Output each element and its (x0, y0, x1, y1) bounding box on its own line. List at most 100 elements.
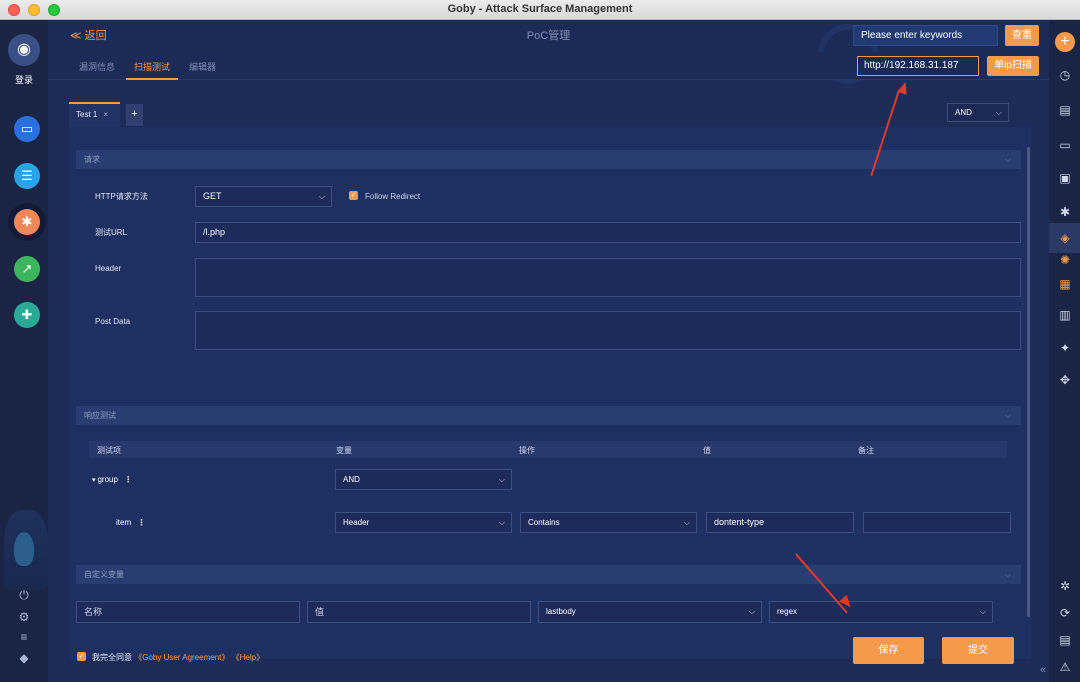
custom-vars-section-title: 自定义变量 (84, 570, 124, 579)
kebab-menu-icon[interactable]: ⋮ (124, 475, 132, 484)
test-tab-label: Test 1 (76, 110, 98, 119)
col-variable: 变量 (336, 446, 352, 455)
scan-icon[interactable]: ▭ (14, 116, 40, 142)
monitor-icon[interactable]: ▭ (1057, 137, 1073, 153)
chevron-down-icon: ⌵ (748, 607, 755, 616)
item-note-input[interactable] (863, 512, 1011, 533)
add-test-button[interactable]: + (126, 104, 143, 126)
post-data-textarea[interactable] (195, 311, 1021, 350)
clock-history-icon[interactable]: ◷ (1057, 67, 1073, 83)
item-label: item (116, 518, 132, 527)
goby-logo-icon[interactable]: ◉ (8, 34, 40, 66)
user-agreement-link[interactable]: 《Goby User Agreement》 (134, 653, 229, 662)
calculator-icon[interactable]: ▤ (1057, 102, 1073, 118)
vuln-bug-icon[interactable]: ✺ (1057, 252, 1073, 268)
tab-scan-test[interactable]: 扫描测试 (134, 60, 170, 73)
menu-list-icon[interactable]: ≡ (17, 630, 31, 644)
submit-button[interactable]: 提交 (942, 637, 1014, 664)
notes-icon[interactable]: ▤ (1057, 632, 1073, 648)
mascot-image (4, 510, 48, 590)
left-sidebar: ◉ 登录 ▭ ☰ ✱ ↗ ✚ ⏻ ⚙ ≡ ◆ (0, 20, 48, 682)
chevron-down-icon: ⌵ (995, 108, 1002, 117)
item-variable-value: Header (343, 518, 370, 527)
var-value-input[interactable]: 值 (307, 601, 531, 623)
right-sidebar: + ◷ ▤ ▭ ▣ ✱ ◈ ✺ ▦ ▥ ✦ ✥ ✲ ⟳ ▤ ⚠ (1049, 20, 1080, 682)
group-label: group (97, 475, 118, 484)
col-test-item: 测试项 (97, 446, 121, 455)
settings-gear-icon[interactable]: ⚙ (17, 610, 31, 624)
debug-bug-icon[interactable]: ✲ (1057, 578, 1073, 594)
collapse-left-icon[interactable]: « (1040, 664, 1046, 676)
item-row: item ⋮ (116, 518, 145, 527)
chevron-down-icon: ⌵ (979, 607, 986, 616)
add-icon[interactable]: + (1055, 32, 1075, 52)
logic-select-value: AND (955, 108, 972, 117)
group-row[interactable]: ▾ group ⋮ (92, 475, 132, 484)
tab-vuln-info[interactable]: 漏洞信息 (79, 60, 115, 73)
diamond-icon[interactable]: ◆ (17, 651, 31, 665)
item-variable-select[interactable]: Header ⌵ (335, 512, 512, 533)
url-label: 测试URL (95, 228, 128, 237)
poc-shield-icon[interactable]: ◈ (1057, 230, 1073, 246)
item-value-input[interactable]: dontent-type (706, 512, 854, 533)
help-link[interactable]: 《Help》 (232, 653, 264, 662)
main-area: ≪ 返回 PoC管理 Please enter keywords 查重 漏洞信息… (48, 20, 1049, 682)
chevron-down-icon: ⌵ (498, 475, 505, 484)
ip-icon[interactable]: ▣ (1057, 170, 1073, 186)
search-button[interactable]: 查重 (1005, 25, 1039, 46)
vulnerability-icon[interactable]: ✱ (14, 209, 40, 235)
tab-editor[interactable]: 编辑器 (189, 60, 216, 73)
url-input[interactable]: /l.php (195, 222, 1021, 243)
asset-list-icon[interactable]: ☰ (14, 163, 40, 189)
search-input[interactable]: Please enter keywords (853, 25, 998, 46)
login-link[interactable]: 登录 (0, 73, 48, 86)
agreement-text: 我完全同意 《Goby User Agreement》 《Help》 (92, 652, 264, 663)
group-operator-value: AND (343, 475, 360, 484)
report-chart-icon[interactable]: ↗ (14, 256, 40, 282)
item-operation-select[interactable]: Contains ⌵ (520, 512, 697, 533)
var-source-select[interactable]: lastbody ⌵ (538, 601, 762, 623)
var-type-select[interactable]: regex ⌵ (769, 601, 993, 623)
custom-vars-section-header[interactable]: 自定义变量 ⌵ (76, 565, 1021, 584)
title-bar: Goby - Attack Surface Management (0, 0, 1080, 20)
test-tab[interactable]: Test 1 × (69, 102, 120, 127)
header-label: Header (95, 264, 122, 273)
close-icon[interactable]: × (103, 110, 108, 119)
request-section-header[interactable]: 请求 ⌵ (76, 150, 1021, 169)
chevron-down-icon: ⌵ (683, 518, 690, 527)
follow-redirect-label: Follow Redirect (365, 192, 421, 201)
response-table-header: 测试项 变量 操作 值 备注 (89, 441, 1007, 458)
scrollbar[interactable] (1027, 147, 1030, 617)
logic-select[interactable]: AND ⌵ (947, 103, 1009, 122)
extension-puzzle-icon[interactable]: ✚ (14, 302, 40, 328)
bug-icon[interactable]: ✱ (1057, 204, 1073, 220)
plugin-icon[interactable]: ✦ (1057, 340, 1073, 356)
var-type-value: regex (777, 607, 798, 616)
group-operator-select[interactable]: AND ⌵ (335, 469, 512, 490)
agree-text: 我完全同意 (92, 653, 132, 662)
extension-icon[interactable]: ✥ (1057, 372, 1073, 388)
agree-checkbox[interactable]: ✓ (77, 652, 86, 661)
warning-icon[interactable]: ⚠ (1057, 659, 1073, 675)
method-select[interactable]: GET ⌵ (195, 186, 332, 207)
target-ip-input[interactable]: http://192.168.31.187 (857, 56, 979, 76)
asset-stack-icon[interactable]: ▦ (1057, 276, 1073, 292)
chevron-down-icon: ⌵ (1004, 570, 1011, 579)
window-title: Goby - Attack Surface Management (447, 3, 633, 15)
follow-redirect-checkbox[interactable]: ✓ (349, 191, 358, 200)
header-bar: ≪ 返回 PoC管理 Please enter keywords 查重 (48, 20, 1049, 84)
kebab-menu-icon[interactable]: ⋮ (137, 518, 145, 527)
poc-form-panel: 请求 ⌵ HTTP请求方法 GET ⌵ ✓ Follow Redirect 测试U… (69, 127, 1031, 664)
response-section-title: 响应测试 (84, 411, 116, 420)
var-name-input[interactable]: 名称 (76, 601, 300, 623)
power-icon[interactable]: ⏻ (17, 588, 31, 602)
response-section-header[interactable]: 响应测试 ⌵ (76, 406, 1021, 425)
single-ip-scan-button[interactable]: 单ip扫描 (987, 56, 1039, 76)
stats-chart-icon[interactable]: ▥ (1057, 307, 1073, 323)
header-textarea[interactable] (195, 258, 1021, 297)
refresh-icon[interactable]: ⟳ (1057, 605, 1073, 621)
save-button[interactable]: 保存 (853, 637, 924, 664)
var-source-value: lastbody (546, 607, 576, 616)
col-operation: 操作 (519, 446, 535, 455)
col-value: 值 (703, 446, 711, 455)
